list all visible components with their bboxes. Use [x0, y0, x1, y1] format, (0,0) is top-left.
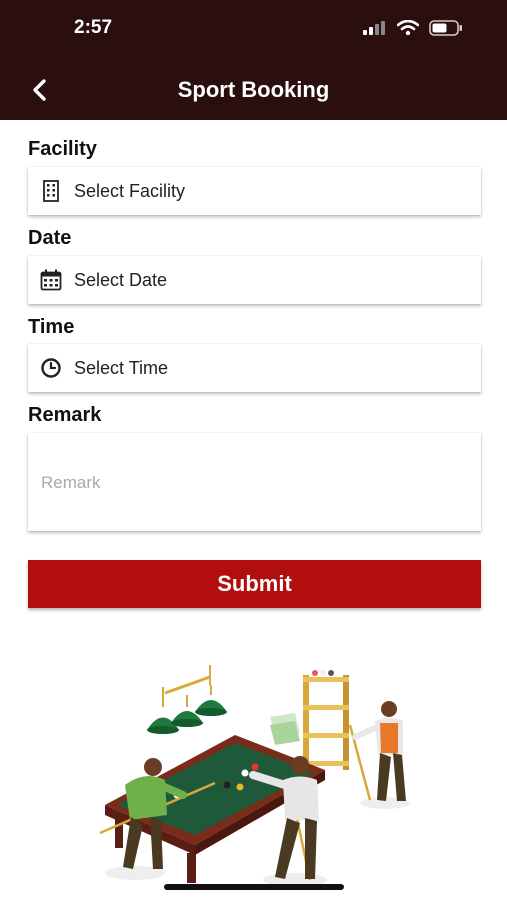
time-label: Time — [28, 316, 75, 338]
building-icon — [28, 180, 74, 202]
facility-value: Select Facility — [74, 180, 186, 201]
date-select[interactable]: Select Date — [28, 256, 481, 304]
clock-icon — [28, 357, 74, 379]
time-value: Select Time — [74, 357, 169, 378]
date-label: Date — [28, 227, 72, 249]
remark-textarea[interactable]: Remark — [28, 433, 481, 531]
page-title: Sport Booking — [177, 77, 330, 102]
submit-button[interactable]: Submit — [28, 560, 481, 608]
home-indicator — [164, 884, 344, 890]
facility-label: Facility — [28, 138, 97, 160]
facility-select[interactable]: Select Facility — [28, 167, 481, 215]
battery-icon — [429, 20, 462, 36]
signal-icon — [363, 21, 385, 35]
billiards-illustration — [99, 665, 410, 887]
app-header: 2:57 Sport Booking — [0, 0, 507, 120]
time-select[interactable]: Select Time — [28, 344, 481, 392]
remark-placeholder: Remark — [41, 473, 101, 492]
remark-label: Remark — [28, 404, 102, 426]
wifi-icon — [397, 20, 419, 36]
status-time: 2:57 — [74, 17, 113, 38]
date-value: Select Date — [74, 269, 168, 290]
calendar-icon — [28, 269, 74, 291]
status-icons — [363, 20, 463, 36]
